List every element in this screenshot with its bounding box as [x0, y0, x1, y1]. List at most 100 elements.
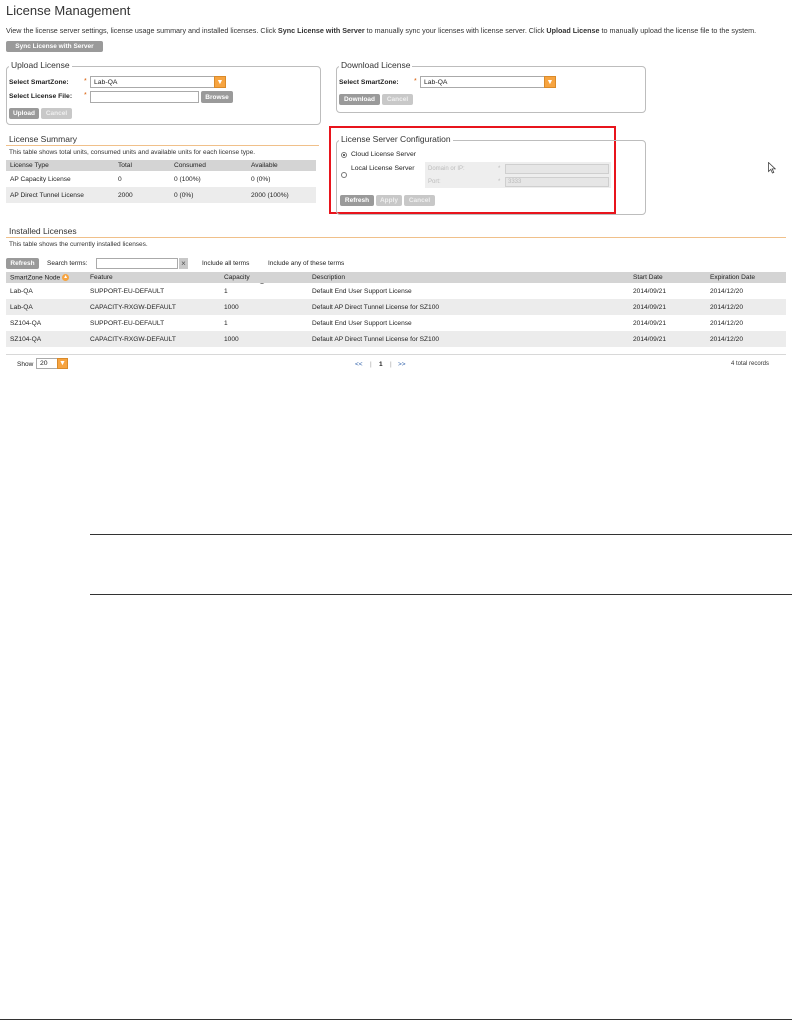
- table-cell: Default AP Direct Tunnel License for SZ1…: [308, 331, 629, 347]
- sync-license-button[interactable]: Sync License with Server: [6, 41, 103, 52]
- table-footer-divider: [6, 354, 786, 355]
- license-summary-table: License Type Total Consumed Available AP…: [6, 160, 316, 203]
- include-any-label: Include any of these terms: [268, 260, 345, 267]
- download-button[interactable]: Download: [339, 94, 380, 105]
- license-server-config-legend: License Server Configuration: [339, 134, 453, 144]
- include-all-label: Include all terms: [202, 260, 250, 267]
- upload-button[interactable]: Upload: [9, 108, 39, 119]
- note-rule-bottom: [90, 594, 792, 595]
- table-cell: SZ104-QA: [6, 331, 86, 347]
- installed-refresh-button[interactable]: Refresh: [6, 258, 39, 269]
- table-row: Lab-QA CAPACITY-RXGW-DEFAULT 1000 Defaul…: [6, 299, 786, 315]
- upload-file-label: Select License File:: [9, 93, 73, 100]
- chevron-down-icon[interactable]: ▼: [544, 76, 556, 88]
- column-header-sorted[interactable]: SmartZone Node ▲: [6, 272, 86, 283]
- table-cell: SUPPORT-EU-DEFAULT: [90, 287, 165, 295]
- download-smartzone-label: Select SmartZone:: [339, 79, 399, 86]
- license-summary-title: License Summary: [9, 134, 78, 144]
- port-input[interactable]: 3333: [505, 177, 609, 187]
- table-cell: 2014/09/21: [629, 331, 706, 347]
- page-title: License Management: [6, 3, 131, 18]
- page-size-select[interactable]: 20: [36, 358, 58, 369]
- config-cancel-button[interactable]: Cancel: [404, 195, 435, 206]
- table-cell: SZ104-QA: [10, 319, 42, 327]
- table-cell: Lab-QA: [10, 287, 33, 295]
- installed-licenses-title: Installed Licenses: [9, 226, 77, 236]
- table-cell: 2014/09/21: [633, 319, 667, 327]
- upload-smartzone-select[interactable]: Lab-QA: [90, 76, 215, 88]
- column-header[interactable]: Start Date: [629, 272, 706, 283]
- total-records: 4 total records: [731, 361, 770, 367]
- config-refresh-button[interactable]: Refresh: [340, 195, 374, 206]
- download-license-legend: Download License: [339, 60, 413, 70]
- table-cell: 2014/09/21: [633, 287, 667, 295]
- pager-separator: |: [370, 361, 372, 368]
- cloud-server-radio[interactable]: [341, 152, 347, 158]
- domain-input[interactable]: [505, 164, 609, 174]
- table-cell: AP Direct Tunnel License: [6, 187, 114, 203]
- table-cell: 0 (100%): [174, 175, 201, 183]
- page-size-value: 20: [40, 360, 48, 367]
- table-cell: Default End User Support License: [312, 287, 412, 295]
- browse-button[interactable]: Browse: [201, 91, 233, 103]
- column-header[interactable]: Description: [308, 272, 629, 283]
- pager-prev[interactable]: <<: [355, 361, 363, 368]
- upload-smartzone-label: Select SmartZone:: [9, 79, 69, 86]
- search-input[interactable]: [96, 258, 178, 269]
- upload-cancel-button[interactable]: Cancel: [41, 108, 72, 119]
- installed-divider: [6, 237, 786, 238]
- table-cell: AP Capacity License: [10, 175, 71, 183]
- column-header[interactable]: Capacity: [220, 272, 308, 283]
- chevron-down-icon[interactable]: ▼: [57, 358, 68, 369]
- table-cell: 2014/09/21: [629, 299, 706, 315]
- table-cell: 1: [224, 319, 228, 327]
- mouse-cursor-icon: [768, 162, 776, 174]
- download-license-panel: [336, 66, 646, 113]
- table-row: SZ104-QA CAPACITY-RXGW-DEFAULT 1000 Defa…: [6, 331, 786, 347]
- pager-next[interactable]: >>: [398, 361, 406, 368]
- table-cell: 2014/12/20: [710, 319, 744, 327]
- description-bold-upload: Upload License: [546, 26, 600, 35]
- search-label: Search terms:: [47, 260, 88, 267]
- port-value: 3333: [508, 179, 522, 185]
- installed-note: This table shows the currently installed…: [9, 241, 148, 248]
- download-cancel-button[interactable]: Cancel: [382, 94, 413, 105]
- installed-licenses-table: SmartZone Node ▲ Feature Capacity Descri…: [6, 272, 786, 347]
- table-row: SZ104-QA SUPPORT-EU-DEFAULT 1 Default En…: [6, 315, 786, 331]
- required-marker: *: [84, 78, 87, 85]
- domain-label: Domain or IP:: [428, 166, 465, 172]
- table-cell: 0 (0%): [251, 175, 271, 183]
- page-description: View the license server settings, licens…: [6, 26, 756, 35]
- pager-current-page[interactable]: 1: [379, 361, 383, 368]
- description-text: View the license server settings, licens…: [6, 26, 278, 35]
- table-cell: Default AP Direct Tunnel License for SZ1…: [308, 299, 629, 315]
- table-cell: Lab-QA: [6, 299, 86, 315]
- required-marker: *: [498, 166, 501, 172]
- summary-divider: [6, 145, 319, 146]
- column-header[interactable]: Expiration Date: [706, 272, 786, 283]
- clear-search-icon[interactable]: ×: [179, 258, 188, 269]
- table-cell: 2000 (100%): [247, 187, 316, 203]
- required-marker: *: [414, 78, 417, 85]
- required-marker: *: [498, 179, 501, 185]
- download-smartzone-select[interactable]: Lab-QA: [420, 76, 545, 88]
- column-header: Available: [247, 160, 316, 171]
- column-header: Total: [114, 160, 170, 171]
- required-marker: *: [84, 92, 87, 99]
- table-cell: 2014/12/20: [706, 299, 786, 315]
- config-apply-button[interactable]: Apply: [376, 195, 402, 206]
- table-cell: Default End User Support License: [312, 319, 412, 327]
- local-server-label: Local License Server: [351, 165, 415, 172]
- chevron-down-icon[interactable]: ▼: [214, 76, 226, 88]
- description-text: to manually upload the license file to t…: [599, 26, 757, 35]
- license-file-input[interactable]: [90, 91, 199, 103]
- column-header[interactable]: Feature: [86, 272, 220, 283]
- column-header-label: SmartZone Node: [10, 274, 61, 282]
- upload-smartzone-value: Lab-QA: [94, 78, 118, 86]
- table-cell: 2014/12/20: [710, 287, 744, 295]
- sort-ascending-icon: ▲: [62, 273, 70, 281]
- show-label: Show: [17, 361, 34, 368]
- local-server-radio[interactable]: [341, 172, 347, 178]
- download-smartzone-value: Lab-QA: [424, 78, 448, 86]
- description-text: to manually sync your licenses with lice…: [364, 26, 547, 35]
